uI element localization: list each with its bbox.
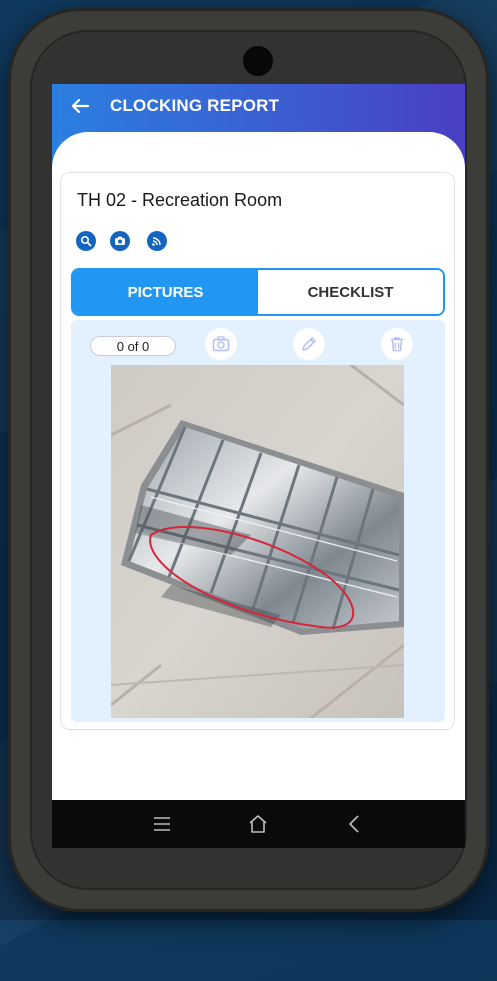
back-icon[interactable] [342,812,366,836]
camera-icon[interactable] [110,231,130,251]
nfc-icon[interactable] [147,231,167,251]
page-title: CLOCKING REPORT [110,96,280,115]
delete-photo-button[interactable] [381,328,413,360]
tab-pictures[interactable]: PICTURES [73,270,258,314]
trash-icon [391,337,403,352]
tab-bar: PICTURES CHECKLIST [71,268,445,316]
front-camera [243,46,273,76]
tab-checklist[interactable]: CHECKLIST [258,270,443,314]
back-arrow-icon[interactable] [68,94,92,118]
menu-icon[interactable] [150,812,174,836]
home-icon[interactable] [246,812,270,836]
screen: CLOCKING REPORT TH 02 - Recreation Room … [52,84,465,848]
pencil-icon [302,337,316,351]
picture-counter: 0 of 0 [90,336,176,356]
camera-icon [212,336,230,352]
location-name: TH 02 - Recreation Room [77,190,283,210]
system-nav-bar [52,800,465,848]
edit-photo-button[interactable] [293,328,325,360]
photo-viewer[interactable] [111,365,404,718]
search-icon[interactable] [76,231,96,251]
add-photo-button[interactable] [205,328,237,360]
ceiling-light-photo [111,365,404,718]
